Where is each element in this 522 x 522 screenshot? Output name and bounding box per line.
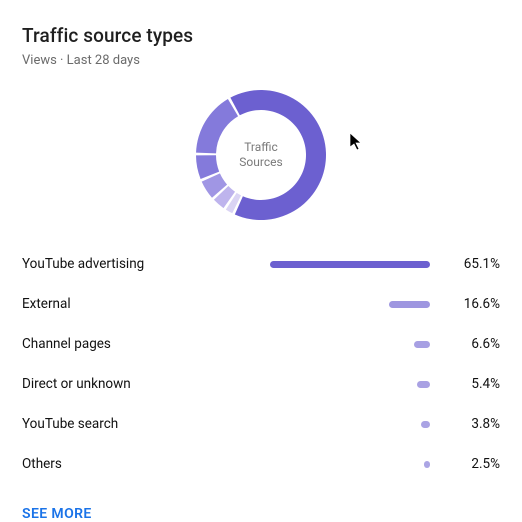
source-pct: 5.4% [444, 376, 500, 392]
source-bar [421, 421, 430, 428]
source-label: Others [22, 456, 204, 472]
source-row[interactable]: YouTube search 3.8% [22, 404, 500, 444]
source-row[interactable]: Channel pages 6.6% [22, 324, 500, 364]
source-label: YouTube advertising [22, 256, 204, 272]
source-row[interactable]: Others 2.5% [22, 444, 500, 484]
source-bar-col [204, 341, 444, 348]
source-pct: 3.8% [444, 416, 500, 432]
source-list: YouTube advertising 65.1% External 16.6% Cha… [22, 244, 500, 484]
page-title: Traffic source types [22, 24, 500, 47]
source-bar-col [204, 301, 444, 308]
source-label: Direct or unknown [22, 376, 204, 392]
source-bar-col [204, 461, 444, 468]
source-bar-col [204, 261, 444, 268]
source-bar-col [204, 381, 444, 388]
donut-slice[interactable] [230, 90, 326, 220]
source-pct: 65.1% [444, 256, 500, 272]
donut-slice[interactable] [196, 99, 238, 153]
source-bar [417, 381, 430, 388]
source-bar [414, 341, 430, 348]
source-bar [389, 301, 430, 308]
source-bar [270, 261, 430, 268]
source-pct: 2.5% [444, 456, 500, 472]
source-bar-col [204, 421, 444, 428]
source-label: YouTube search [22, 416, 204, 432]
donut-chart[interactable]: Traffic Sources [22, 80, 500, 230]
source-row[interactable]: External 16.6% [22, 284, 500, 324]
source-label: Channel pages [22, 336, 204, 352]
source-pct: 16.6% [444, 296, 500, 312]
source-pct: 6.6% [444, 336, 500, 352]
source-label: External [22, 296, 204, 312]
source-row[interactable]: YouTube advertising 65.1% [22, 244, 500, 284]
see-more-button[interactable]: SEE MORE [22, 506, 92, 522]
subtitle: Views · Last 28 days [22, 53, 500, 68]
source-bar [424, 461, 430, 468]
source-row[interactable]: Direct or unknown 5.4% [22, 364, 500, 404]
